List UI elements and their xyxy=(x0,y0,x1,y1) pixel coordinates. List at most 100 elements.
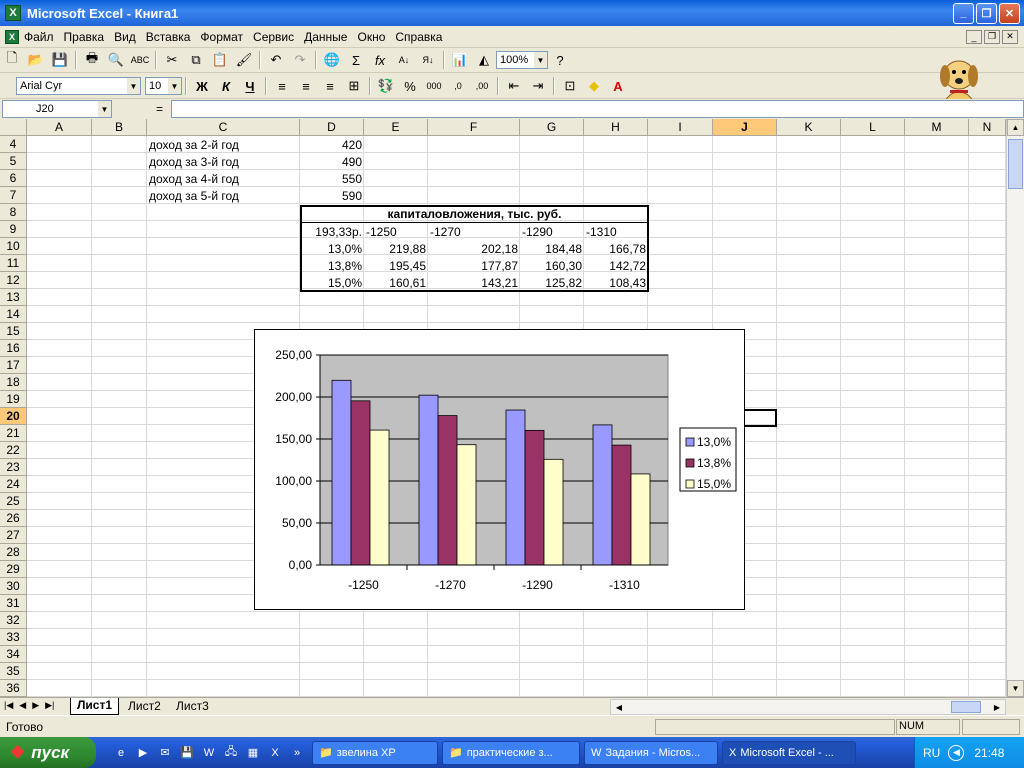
excel-app-icon[interactable]: X xyxy=(5,5,21,21)
menu-insert[interactable]: Вставка xyxy=(141,30,196,44)
column-header-g[interactable]: G xyxy=(520,119,584,136)
row-header-33[interactable]: 33 xyxy=(0,629,27,646)
cut-icon[interactable]: ✂ xyxy=(161,50,183,70)
row-header-11[interactable]: 11 xyxy=(0,255,27,272)
hscroll-thumb[interactable] xyxy=(951,701,981,713)
worksheet-grid[interactable]: A B C D E F G H I J K L M N 4 5 6 7 8 9 10 11 12 13 14 15 16 17 18 19… xyxy=(0,119,1006,697)
row-header-16[interactable]: 16 xyxy=(0,340,27,357)
cell-f12[interactable]: 143,21 xyxy=(428,274,520,291)
borders-icon[interactable]: ⊡ xyxy=(559,76,581,96)
row-header-32[interactable]: 32 xyxy=(0,612,27,629)
minimize-button[interactable]: _ xyxy=(953,2,974,24)
thousands-icon[interactable]: 000 xyxy=(423,76,445,96)
row-header-6[interactable]: 6 xyxy=(0,170,27,187)
task-folder-1[interactable]: 📁 звелина XP xyxy=(312,740,438,765)
row-header-34[interactable]: 34 xyxy=(0,646,27,663)
cell-e12[interactable]: 160,61 xyxy=(364,274,428,291)
cell-e9[interactable]: -1250 xyxy=(364,223,428,240)
undo-icon[interactable]: ↶ xyxy=(265,50,287,70)
doc-close-button[interactable]: ✕ xyxy=(1002,29,1018,44)
tab-sheet3[interactable]: Лист3 xyxy=(170,699,215,715)
tray-expand-icon[interactable]: ◀ xyxy=(948,744,965,761)
name-box[interactable]: J20 ▼ xyxy=(2,100,112,118)
zoom-select[interactable]: 100% ▼ xyxy=(496,51,548,69)
cell-c5[interactable]: доход за 3-й год xyxy=(147,153,300,170)
percent-icon[interactable]: % xyxy=(399,76,421,96)
cell-h9[interactable]: -1310 xyxy=(584,223,648,240)
spelling-icon[interactable]: ABC xyxy=(129,50,151,70)
row-header-18[interactable]: 18 xyxy=(0,374,27,391)
row-header-25[interactable]: 25 xyxy=(0,493,27,510)
align-center-icon[interactable]: ≡ xyxy=(295,76,317,96)
bold-button[interactable]: Ж xyxy=(191,76,213,96)
row-header-36[interactable]: 36 xyxy=(0,680,27,697)
calculator-icon[interactable]: ▦ xyxy=(244,744,262,762)
column-header-n[interactable]: N xyxy=(969,119,1006,136)
font-size-select[interactable]: 10 ▼ xyxy=(145,77,182,95)
column-header-e[interactable]: E xyxy=(364,119,428,136)
row-header-13[interactable]: 13 xyxy=(0,289,27,306)
cell-h11[interactable]: 142,72 xyxy=(584,257,648,274)
row-header-21[interactable]: 21 xyxy=(0,425,27,442)
cell-h10[interactable]: 166,78 xyxy=(584,240,648,257)
row-header-22[interactable]: 22 xyxy=(0,442,27,459)
scroll-left-arrow-icon[interactable]: ◀ xyxy=(611,700,627,714)
row-header-8[interactable]: 8 xyxy=(0,204,27,221)
cell-c6[interactable]: доход за 4-й год xyxy=(147,170,300,187)
save-icon[interactable]: 💾 xyxy=(49,50,71,70)
decrease-decimal-icon[interactable]: ,00 xyxy=(471,76,493,96)
column-header-h[interactable]: H xyxy=(584,119,648,136)
cell-e10[interactable]: 219,88 xyxy=(364,240,428,257)
horizontal-scrollbar[interactable]: ◀ ▶ xyxy=(610,699,1006,715)
new-icon[interactable]: 🗋 xyxy=(1,50,23,70)
column-header-a[interactable]: A xyxy=(27,119,92,136)
row-header-17[interactable]: 17 xyxy=(0,357,27,374)
start-button[interactable]: ❖ пуск xyxy=(0,737,96,768)
cell-d7[interactable]: 590 xyxy=(300,187,364,204)
menu-file[interactable]: Файл xyxy=(19,30,59,44)
cell-f10[interactable]: 202,18 xyxy=(428,240,520,257)
tab-sheet2[interactable]: Лист2 xyxy=(122,699,167,715)
paste-icon[interactable]: 📋 xyxy=(209,50,231,70)
row-header-5[interactable]: 5 xyxy=(0,153,27,170)
cell-d5[interactable]: 490 xyxy=(300,153,364,170)
scroll-right-arrow-icon[interactable]: ▶ xyxy=(989,700,1005,714)
outlook-icon[interactable]: ✉ xyxy=(156,744,174,762)
task-folder-2[interactable]: 📁 практические з... xyxy=(442,740,580,765)
copy-icon[interactable]: ⧉ xyxy=(185,50,207,70)
cell-d6[interactable]: 550 xyxy=(300,170,364,187)
excel-quick-icon[interactable]: X xyxy=(266,744,284,762)
column-header-f[interactable]: F xyxy=(428,119,520,136)
formula-input[interactable] xyxy=(171,100,1024,118)
increase-indent-icon[interactable]: ⇥ xyxy=(527,76,549,96)
cell-c7[interactable]: доход за 5-й год xyxy=(147,187,300,204)
font-color-icon[interactable]: A xyxy=(607,76,629,96)
doc-minimize-button[interactable]: _ xyxy=(966,29,982,44)
drawing-icon[interactable]: ◭ xyxy=(473,50,495,70)
merge-center-icon[interactable]: ⊞ xyxy=(343,76,365,96)
cell-g9[interactable]: -1290 xyxy=(520,223,584,240)
cell-d12[interactable]: 15,0% xyxy=(300,274,364,291)
more-icon[interactable]: » xyxy=(288,744,306,762)
menu-view[interactable]: Вид xyxy=(109,30,141,44)
sort-desc-icon[interactable]: Я↓ xyxy=(417,50,439,70)
row-header-23[interactable]: 23 xyxy=(0,459,27,476)
redo-icon[interactable]: ↷ xyxy=(289,50,311,70)
menu-data[interactable]: Данные xyxy=(299,30,352,44)
decrease-indent-icon[interactable]: ⇤ xyxy=(503,76,525,96)
cell-e11[interactable]: 195,45 xyxy=(364,257,428,274)
row-header-24[interactable]: 24 xyxy=(0,476,27,493)
print-icon[interactable]: 🖶 xyxy=(81,50,103,70)
cell-d4[interactable]: 420 xyxy=(300,136,364,153)
tab-sheet1[interactable]: Лист1 xyxy=(70,698,120,715)
chart-object[interactable]: 0,00 50,00 100,00 150,00 200,00 250,00 -1250 -1… xyxy=(254,329,745,610)
cell-g10[interactable]: 184,48 xyxy=(520,240,584,257)
row-header-19[interactable]: 19 xyxy=(0,391,27,408)
first-sheet-icon[interactable]: |◀ xyxy=(4,700,13,711)
row-header-31[interactable]: 31 xyxy=(0,595,27,612)
print-preview-icon[interactable]: 🔍 xyxy=(105,50,127,70)
row-header-35[interactable]: 35 xyxy=(0,663,27,680)
task-word[interactable]: W Задания - Micros... xyxy=(584,740,718,765)
menu-window[interactable]: Окно xyxy=(352,30,390,44)
underline-button[interactable]: Ч xyxy=(239,76,261,96)
